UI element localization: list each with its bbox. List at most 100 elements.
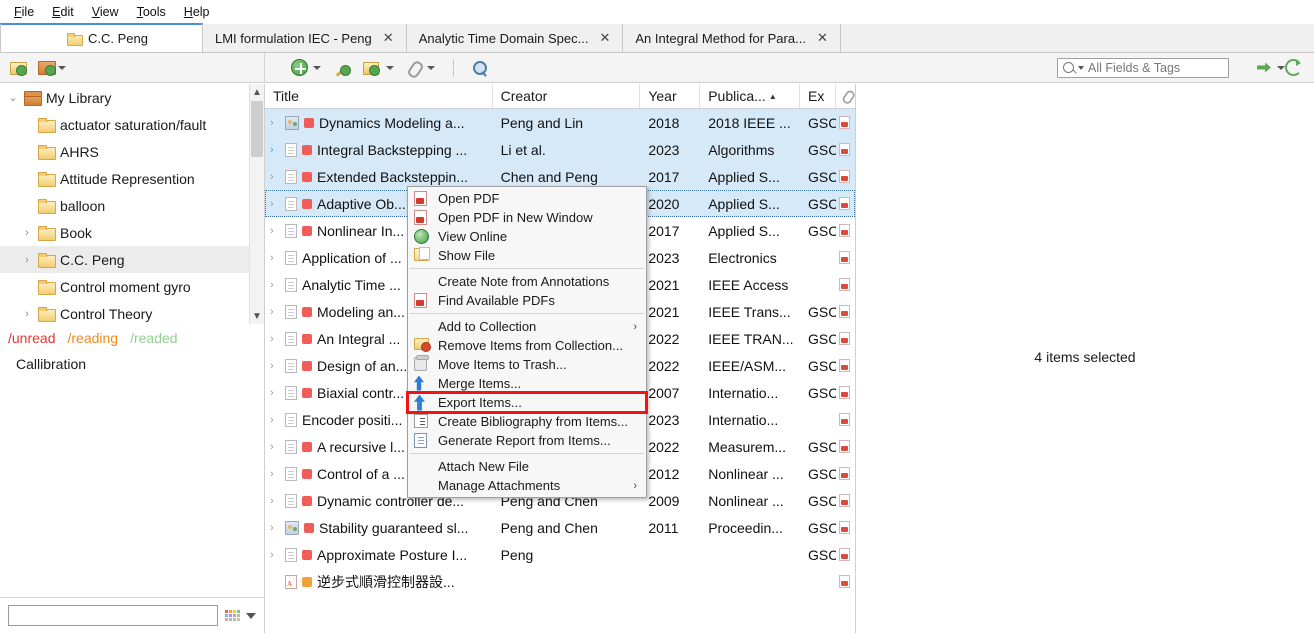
pdf-icon[interactable] (839, 359, 850, 372)
menu-item-attach-new-file[interactable]: Attach New File (408, 457, 646, 476)
row-expand-icon[interactable]: › (270, 252, 280, 264)
menu-file[interactable]: FFileile (6, 3, 42, 22)
tag-color-grid-icon[interactable] (225, 609, 240, 622)
row-expand-icon[interactable]: › (270, 495, 280, 507)
column-header-publication[interactable]: Publica... ▲ (700, 84, 801, 108)
tree-item-balloon[interactable]: balloon (0, 192, 264, 219)
row-expand-icon[interactable]: › (270, 198, 280, 210)
add-by-identifier-icon[interactable] (333, 59, 351, 76)
pdf-icon[interactable] (839, 332, 850, 345)
chevron-down-icon[interactable] (246, 612, 256, 619)
pdf-icon[interactable] (839, 170, 850, 183)
pdf-icon[interactable] (839, 467, 850, 480)
pdf-icon[interactable] (839, 224, 850, 237)
pdf-icon[interactable] (839, 116, 850, 129)
table-row[interactable]: › Integral Backstepping ... Li et al. 2023 A… (265, 136, 855, 163)
scroll-up-icon[interactable]: ▲ (250, 84, 264, 100)
row-expand-icon[interactable]: › (270, 360, 280, 372)
new-collection-icon[interactable] (10, 60, 28, 76)
tree-item-attitude-represention[interactable]: Attitude Represention (0, 165, 264, 192)
pdf-icon[interactable] (839, 197, 850, 210)
menu-item-manage-attachments[interactable]: Manage Attachments › (408, 476, 646, 495)
chevron-down-icon[interactable]: ⌄ (8, 91, 18, 104)
add-item-button[interactable] (291, 59, 321, 76)
tree-item-ahrs[interactable]: AHRS (0, 138, 264, 165)
menu-item-generate-report-from-items[interactable]: Generate Report from Items... (408, 431, 646, 450)
saved-search-readed[interactable]: /readed (130, 330, 177, 346)
scrollbar-thumb[interactable] (251, 101, 263, 157)
pdf-icon[interactable] (839, 143, 850, 156)
advanced-search-icon[interactable] (472, 60, 488, 76)
menu-item-create-bibliography-from-items[interactable]: Create Bibliography from Items... (408, 412, 646, 431)
menu-item-add-to-collection[interactable]: Add to Collection › (408, 317, 646, 336)
row-expand-icon[interactable]: › (270, 549, 280, 561)
tree-item-cc-peng[interactable]: › C.C. Peng (0, 246, 264, 273)
menu-view[interactable]: View (84, 3, 127, 22)
tab-close-icon[interactable]: ✕ (383, 30, 394, 46)
row-expand-icon[interactable]: › (270, 171, 280, 183)
row-expand-icon[interactable]: › (270, 144, 280, 156)
pdf-icon[interactable] (839, 548, 850, 561)
tree-item-callibration[interactable]: Callibration (8, 346, 254, 372)
menu-item-show-file[interactable]: Show File (408, 246, 646, 265)
scroll-down-icon[interactable]: ▼ (250, 308, 264, 324)
menu-item-create-note-from-annotations[interactable]: Create Note from Annotations (408, 272, 646, 291)
collections-scrollbar[interactable]: ▲ ▼ (249, 84, 264, 324)
pdf-icon[interactable] (839, 251, 850, 264)
tree-item-control-moment-gyro[interactable]: Control moment gyro (0, 273, 264, 300)
saved-search-unread[interactable]: /unread (8, 330, 55, 346)
table-row[interactable]: › Stability guaranteed sl... Peng and Chen… (265, 514, 855, 541)
locate-button[interactable] (1257, 62, 1285, 74)
pdf-icon[interactable] (839, 413, 850, 426)
row-expand-icon[interactable]: › (270, 468, 280, 480)
row-expand-icon[interactable]: › (270, 387, 280, 399)
pdf-icon[interactable] (839, 440, 850, 453)
table-row[interactable]: 逆步式順滑控制器設... (265, 568, 855, 595)
row-expand-icon[interactable]: › (270, 522, 280, 534)
tab-lmi-formulation[interactable]: LMI formulation IEC - Peng ✕ (202, 24, 407, 52)
menu-help[interactable]: Help (176, 3, 218, 22)
new-note-button[interactable] (363, 60, 394, 76)
chevron-right-icon[interactable]: › (22, 254, 32, 266)
row-expand-icon[interactable]: › (270, 117, 280, 129)
row-expand-icon[interactable]: › (270, 333, 280, 345)
table-row[interactable]: › Dynamics Modeling a... Peng and Lin 2018 2… (265, 109, 855, 136)
tag-filter-input[interactable] (8, 605, 218, 626)
row-expand-icon[interactable]: › (270, 441, 280, 453)
menu-tools[interactable]: Tools (129, 3, 174, 22)
pdf-icon[interactable] (839, 521, 850, 534)
tab-close-icon[interactable]: ✕ (817, 30, 828, 46)
menu-item-open-pdf[interactable]: Open PDF (408, 189, 646, 208)
sync-icon[interactable] (1285, 59, 1302, 76)
tab-library-cc-peng[interactable]: C.C. Peng (0, 23, 203, 52)
menu-item-move-items-to-trash[interactable]: Move Items to Trash... (408, 354, 646, 374)
menu-item-merge-items[interactable]: Merge Items... (408, 374, 646, 393)
tab-integral-method[interactable]: An Integral Method for Para... ✕ (623, 24, 841, 52)
tab-close-icon[interactable]: ✕ (599, 30, 610, 46)
menu-item-remove-items-from-collection[interactable]: Remove Items from Collection... (408, 336, 646, 355)
column-header-extra[interactable]: Ex (800, 84, 837, 108)
new-library-button[interactable] (38, 60, 66, 76)
chevron-down-icon[interactable] (1078, 65, 1084, 70)
chevron-right-icon[interactable]: › (22, 227, 32, 239)
menu-edit[interactable]: Edit (44, 3, 82, 22)
column-header-title[interactable]: Title (265, 84, 493, 108)
pdf-icon[interactable] (839, 386, 850, 399)
tab-analytic-time-domain[interactable]: Analytic Time Domain Spec... ✕ (406, 24, 624, 52)
row-expand-icon[interactable]: › (270, 414, 280, 426)
chevron-right-icon[interactable]: › (22, 308, 32, 320)
menu-item-view-online[interactable]: View Online (408, 227, 646, 246)
pdf-icon[interactable] (839, 494, 850, 507)
pdf-icon[interactable] (839, 575, 850, 588)
tree-item-control-theory[interactable]: › Control Theory (0, 300, 264, 324)
column-header-attachment[interactable] (836, 84, 855, 108)
pdf-icon[interactable] (839, 278, 850, 291)
column-header-year[interactable]: Year (640, 84, 701, 108)
row-expand-icon[interactable]: › (270, 306, 280, 318)
saved-search-reading[interactable]: /reading (67, 330, 118, 346)
search-input[interactable]: All Fields & Tags (1057, 57, 1229, 78)
column-header-creator[interactable]: Creator (493, 84, 641, 108)
menu-item-open-pdf-in-new-window[interactable]: Open PDF in New Window (408, 208, 646, 227)
row-expand-icon[interactable]: › (270, 279, 280, 291)
menu-item-find-available-pdfs[interactable]: Find Available PDFs (408, 291, 646, 310)
